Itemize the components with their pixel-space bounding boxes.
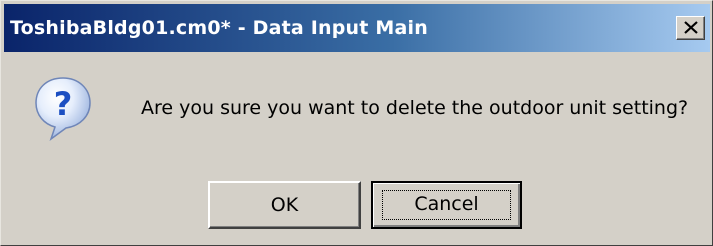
svg-text:?: ? <box>54 85 73 123</box>
ok-button[interactable]: OK <box>208 181 361 229</box>
confirmation-message: Are you sure you want to delete the outd… <box>141 97 689 119</box>
question-icon: ? <box>35 77 91 141</box>
ok-button-label: OK <box>270 194 299 216</box>
cancel-button-label: Cancel <box>414 193 479 215</box>
close-button[interactable] <box>676 16 705 40</box>
confirm-dialog: ToshibaBldg01.cm0* - Data Input Main ? A… <box>0 0 713 246</box>
title-bar[interactable]: ToshibaBldg01.cm0* - Data Input Main <box>4 4 710 52</box>
window-title: ToshibaBldg01.cm0* - Data Input Main <box>10 17 428 39</box>
cancel-button[interactable]: Cancel <box>371 181 522 229</box>
close-icon <box>684 21 698 34</box>
